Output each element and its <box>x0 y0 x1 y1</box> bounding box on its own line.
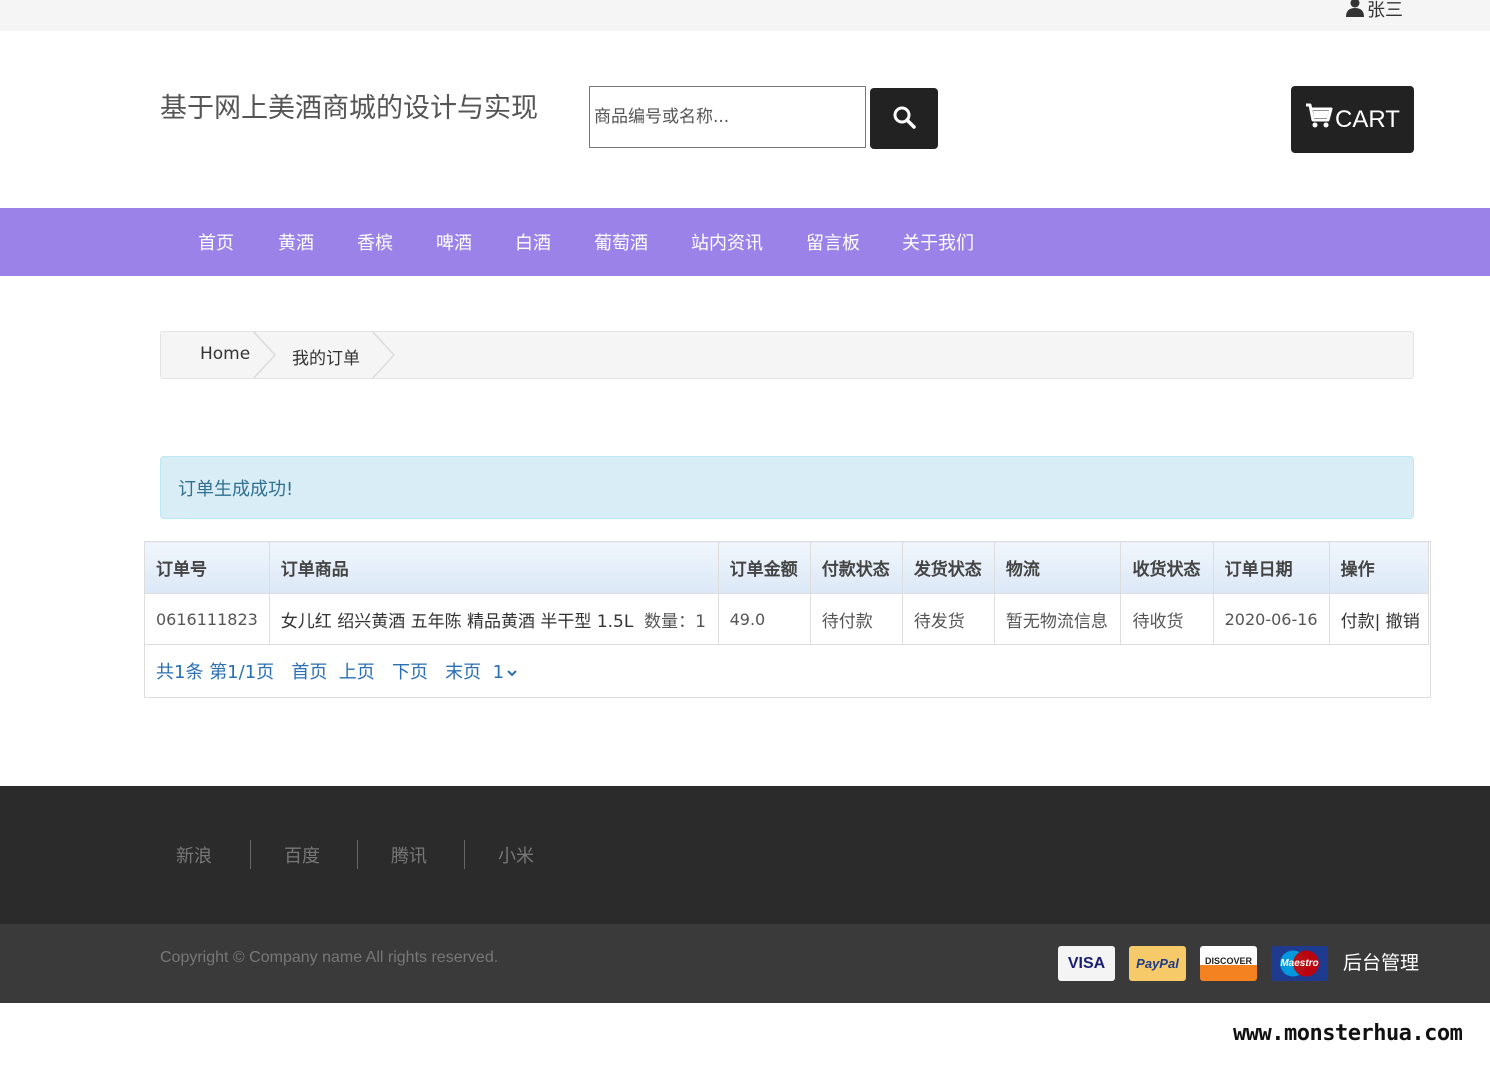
orders-table-panel: 订单号 订单商品 订单金额 付款状态 发货状态 物流 收货状态 订单日期 操作 … <box>144 541 1431 698</box>
search-icon <box>892 105 916 133</box>
footer-divider <box>250 840 251 869</box>
footer-link-tencent[interactable]: 腾讯 <box>391 842 427 868</box>
table-header-row: 订单号 订单商品 订单金额 付款状态 发货状态 物流 收货状态 订单日期 操作 <box>144 541 1430 594</box>
pagination-first-link[interactable]: 首页 <box>291 662 327 683</box>
footer-bottom: Copyright © Company name All rights rese… <box>0 924 1490 1003</box>
breadcrumb-separator-icon <box>253 331 277 379</box>
pagination: 共1条 第1/1页 首页 上页 下页 末页 1 <box>156 658 518 684</box>
column-header-actions: 操作 <box>1328 541 1430 594</box>
page-select[interactable]: 1 <box>493 662 518 683</box>
footer-divider <box>357 840 358 869</box>
pay-link[interactable]: 付款 <box>1341 612 1375 632</box>
orders-table: 订单号 订单商品 订单金额 付款状态 发货状态 物流 收货状态 订单日期 操作 … <box>144 541 1430 645</box>
column-header-amount: 订单金额 <box>717 541 811 594</box>
alert-message: 订单生成成功! <box>178 479 294 500</box>
top-bar: 张三 <box>0 0 1490 31</box>
order-no: 0616111823 <box>144 593 270 645</box>
discover-icon: DISCOVER <box>1200 946 1257 981</box>
breadcrumb: Home 我的订单 <box>160 331 1414 379</box>
copyright-text: Copyright © Company name All rights rese… <box>160 949 499 966</box>
pagination-next-link[interactable]: 下页 <box>392 662 428 683</box>
user-icon <box>1345 0 1365 22</box>
user-menu[interactable]: 张三 <box>1345 0 1403 22</box>
column-header-date: 订单日期 <box>1212 541 1330 594</box>
pagination-last-link[interactable]: 末页 <box>445 662 481 683</box>
breadcrumb-home[interactable]: Home <box>200 344 250 364</box>
nav-item-yellow-wine[interactable]: 黄酒 <box>278 229 314 255</box>
order-actions: 付款| 撤销 <box>1328 593 1430 645</box>
table-row: 0616111823 女儿红 绍兴黄酒 五年陈 精品黄酒 半干型 1.5L 数量… <box>144 593 1430 645</box>
order-amount: 49.0 <box>717 593 811 645</box>
column-header-ship-status: 发货状态 <box>901 541 995 594</box>
nav-item-about-us[interactable]: 关于我们 <box>902 229 974 255</box>
order-date: 2020-06-16 <box>1212 593 1330 645</box>
column-header-products: 订单商品 <box>268 541 719 594</box>
column-header-pay-status: 付款状态 <box>809 541 903 594</box>
pagination-total: 共1条 <box>156 662 204 683</box>
action-separator: | <box>1374 611 1381 632</box>
order-product-cell: 女儿红 绍兴黄酒 五年陈 精品黄酒 半干型 1.5L 数量：1 <box>268 593 719 645</box>
success-alert: 订单生成成功! <box>160 456 1414 519</box>
receive-status: 待收货 <box>1120 593 1214 645</box>
column-header-order-no: 订单号 <box>144 541 270 594</box>
footer-link-sina[interactable]: 新浪 <box>176 842 212 868</box>
cancel-link[interactable]: 撤销 <box>1386 612 1420 632</box>
shopping-cart-icon <box>1305 102 1333 137</box>
pay-status: 待付款 <box>809 593 903 645</box>
search-button[interactable] <box>870 88 938 149</box>
breadcrumb-separator-icon <box>372 331 396 379</box>
watermark-text: www.monsterhua.com <box>1233 1021 1463 1046</box>
nav-item-baijiu[interactable]: 白酒 <box>515 229 551 255</box>
cart-button[interactable]: CART <box>1291 86 1414 153</box>
product-name[interactable]: 女儿红 绍兴黄酒 五年陈 精品黄酒 半干型 1.5L <box>281 612 634 632</box>
pagination-page-info: 第1/1页 <box>209 662 275 683</box>
main-nav: 首页 黄酒 香槟 啤酒 白酒 葡萄酒 站内资讯 留言板 关于我们 <box>0 208 1490 276</box>
footer-divider <box>464 840 465 869</box>
column-header-logistics: 物流 <box>993 541 1122 594</box>
search-input[interactable] <box>589 86 866 148</box>
logistics-info: 暂无物流信息 <box>993 593 1122 645</box>
site-title[interactable]: 基于网上美酒商城的设计与实现 <box>160 86 538 125</box>
nav-item-grape-wine[interactable]: 葡萄酒 <box>594 229 648 255</box>
user-name: 张三 <box>1367 0 1403 21</box>
breadcrumb-current: 我的订单 <box>292 349 360 369</box>
maestro-icon: Maestro <box>1271 946 1328 981</box>
page-select-value: 1 <box>492 662 505 683</box>
paypal-icon: PayPal <box>1129 946 1186 981</box>
ship-status: 待发货 <box>901 593 995 645</box>
nav-item-champagne[interactable]: 香槟 <box>357 229 393 255</box>
footer-link-xiaomi[interactable]: 小米 <box>498 842 534 868</box>
nav-item-home[interactable]: 首页 <box>198 229 234 255</box>
column-header-receive-status: 收货状态 <box>1120 541 1214 594</box>
chevron-down-icon <box>507 670 517 677</box>
footer-link-baidu[interactable]: 百度 <box>284 842 320 868</box>
nav-item-beer[interactable]: 啤酒 <box>436 229 472 255</box>
visa-icon: VISA <box>1058 946 1115 981</box>
product-quantity: 数量：1 <box>644 611 706 632</box>
pagination-prev-link[interactable]: 上页 <box>339 662 375 683</box>
nav-item-message-board[interactable]: 留言板 <box>806 229 860 255</box>
cart-label: CART <box>1335 105 1400 133</box>
footer-links-section: 新浪 百度 腾讯 小米 <box>0 786 1490 924</box>
nav-item-news[interactable]: 站内资讯 <box>691 229 763 255</box>
admin-link[interactable]: 后台管理 <box>1343 948 1419 975</box>
